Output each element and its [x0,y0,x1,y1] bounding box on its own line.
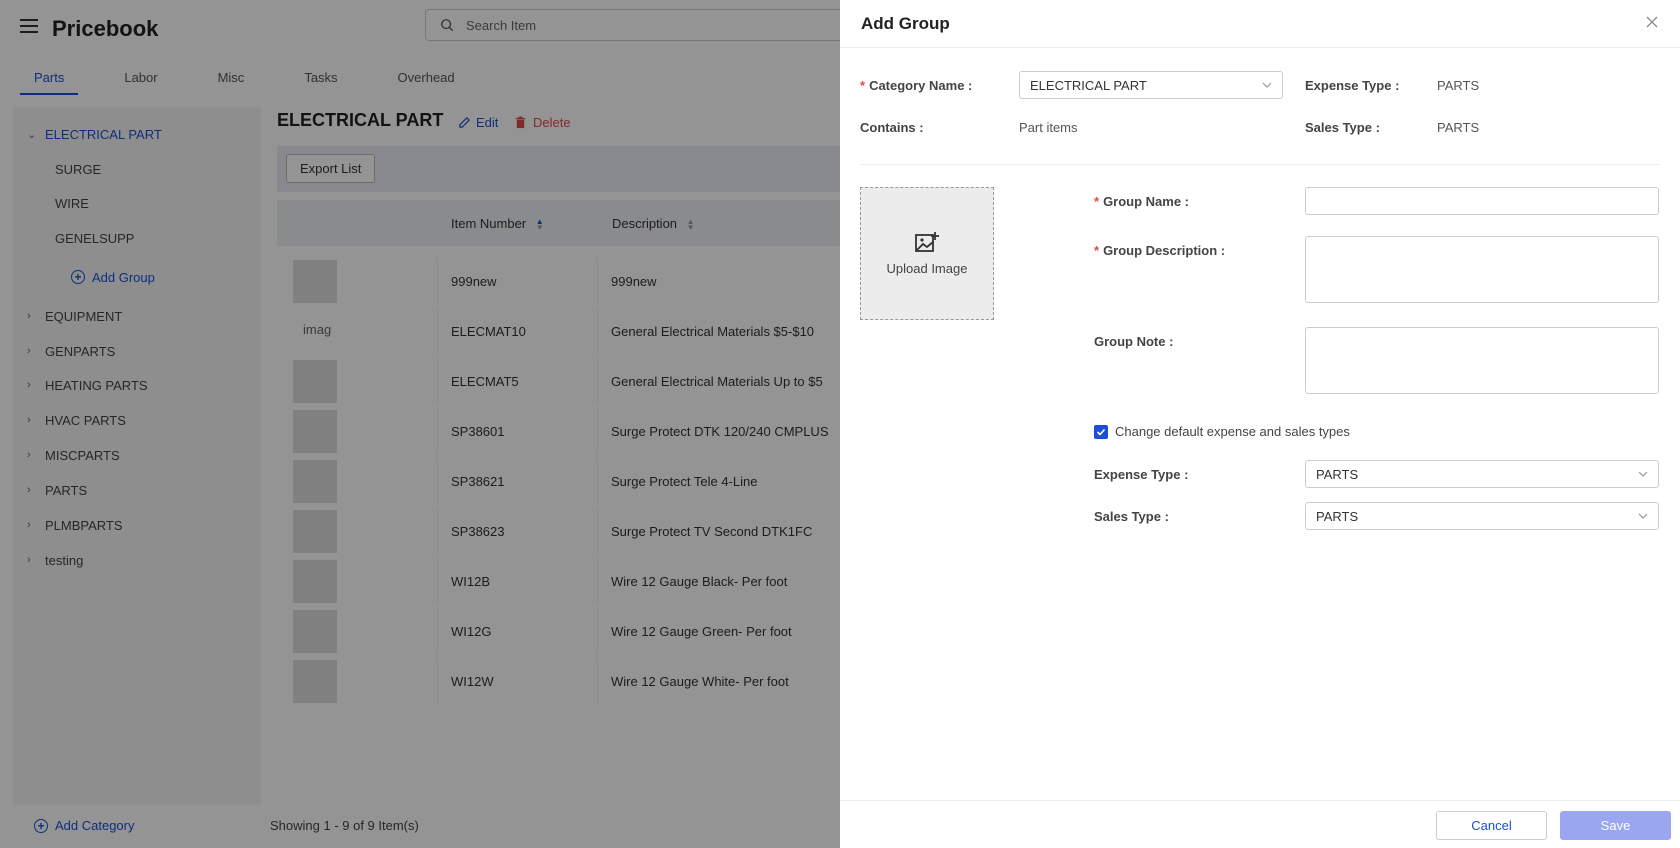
cancel-button[interactable]: Cancel [1436,811,1547,840]
checkbox-checked-icon[interactable] [1094,424,1108,439]
selected-value: PARTS [1316,508,1359,524]
save-button[interactable]: Save [1560,811,1671,840]
expense-type-select[interactable]: PARTS [1305,460,1659,488]
sales-type-select-label: Sales Type : [1094,509,1169,524]
selected-value: ELECTRICAL PART [1030,77,1147,93]
required-marker: * [860,78,866,93]
category-name-label: * Category Name : [860,78,972,93]
group-note-label: Group Note : [1094,334,1174,349]
drawer-title: Add Group [861,14,950,33]
expense-type-label: Expense Type : [1305,78,1400,93]
close-icon[interactable] [1644,14,1660,30]
drawer-header: Add Group [840,0,1680,48]
sales-type-value: PARTS [1437,120,1480,135]
required-marker: * [1094,194,1100,209]
change-default-types-row[interactable]: Change default expense and sales types [1094,424,1350,439]
group-description-label: * Group Description : [1094,243,1225,258]
contains-value: Part items [1019,120,1078,135]
chevron-down-icon [1638,471,1648,477]
section-divider [860,164,1660,165]
image-add-icon [915,232,939,252]
group-description-textarea[interactable] [1305,236,1659,303]
label-text: Group Description : [1103,243,1226,258]
category-name-select[interactable]: ELECTRICAL PART [1019,71,1283,99]
group-name-input[interactable] [1305,187,1659,215]
group-note-textarea[interactable] [1305,327,1659,394]
contains-label: Contains : [860,120,924,135]
required-marker: * [1094,243,1100,258]
label-text: Category Name : [869,78,973,93]
sales-type-label: Sales Type : [1305,120,1380,135]
expense-type-value: PARTS [1437,78,1480,93]
sales-type-select[interactable]: PARTS [1305,502,1659,530]
group-name-label: * Group Name : [1094,194,1189,209]
chevron-down-icon [1638,513,1648,519]
change-default-label: Change default expense and sales types [1115,424,1350,439]
add-group-drawer: Add Group * Category Name : ELECTRICAL PA… [840,0,1680,848]
drawer-footer: Cancel Save [840,800,1680,848]
upload-image-label: Upload Image [886,261,968,276]
chevron-down-icon [1262,82,1272,88]
upload-image-area[interactable]: Upload Image [860,187,994,320]
label-text: Group Name : [1103,194,1190,209]
selected-value: PARTS [1316,466,1359,482]
expense-type-select-label: Expense Type : [1094,467,1189,482]
